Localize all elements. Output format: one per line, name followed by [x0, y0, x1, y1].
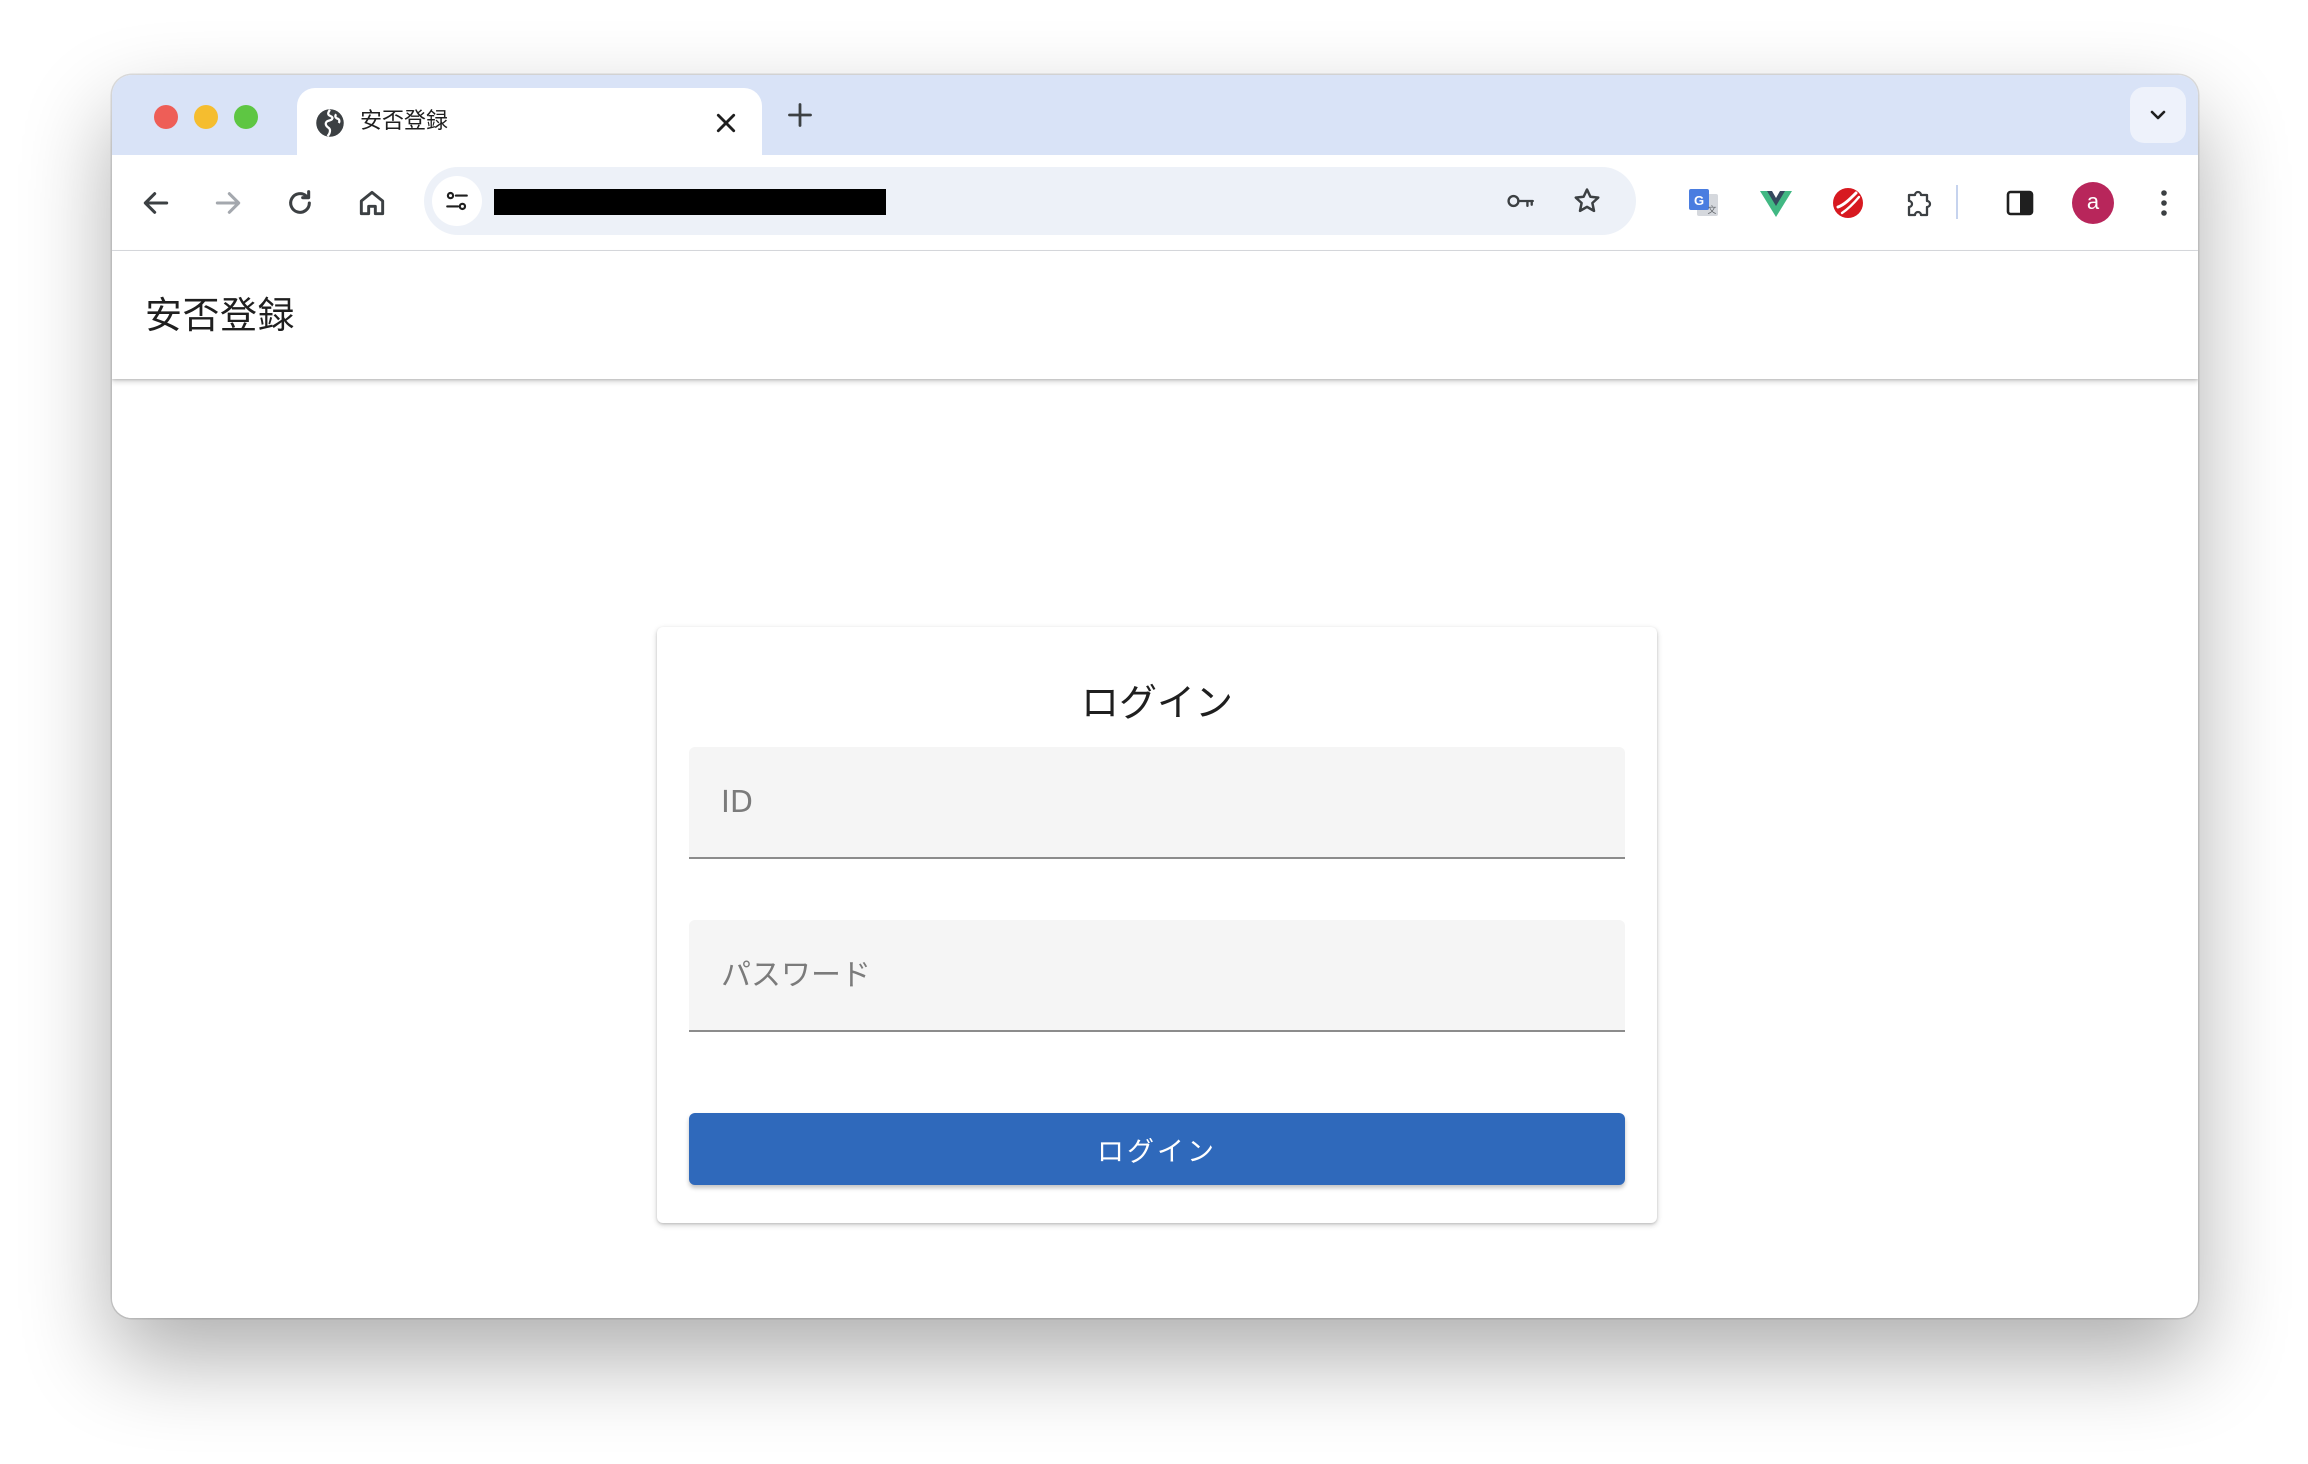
google-translate-icon[interactable]: G 文: [1686, 185, 1722, 221]
trend-micro-icon[interactable]: [1830, 185, 1866, 221]
profile-avatar[interactable]: a: [2072, 182, 2114, 224]
globe-icon: [316, 109, 344, 137]
window-minimize-button[interactable]: [194, 105, 218, 129]
bookmark-star-icon[interactable]: [1572, 186, 1602, 216]
tab-active[interactable]: 安否登録: [297, 88, 762, 155]
tune-icon: [446, 191, 468, 211]
tab-title: 安否登録: [360, 109, 449, 134]
id-field: [689, 747, 1625, 859]
close-icon[interactable]: [715, 112, 737, 134]
tab-search-button[interactable]: [2130, 87, 2186, 143]
login-heading: ログイン: [1080, 681, 1233, 725]
app-bar: 安否登録: [112, 251, 2198, 379]
back-arrow-icon[interactable]: [140, 187, 172, 219]
login-card: ログイン ログイン: [657, 627, 1657, 1223]
more-menu-icon[interactable]: [2146, 185, 2182, 221]
id-input[interactable]: [689, 747, 1625, 857]
password-field: [689, 920, 1625, 1032]
svg-text:文: 文: [1707, 204, 1716, 216]
window-maximize-button[interactable]: [234, 105, 258, 129]
login-button[interactable]: ログイン: [689, 1113, 1625, 1185]
reload-icon[interactable]: [284, 187, 316, 219]
app-title: 安否登録: [145, 294, 295, 337]
address-bar[interactable]: [424, 167, 1636, 235]
browser-toolbar: G 文 a: [112, 155, 2198, 251]
browser-window: 安否登録 G 文 a 安否登録 ログイン ID ログイン: [112, 75, 2198, 1318]
window-close-button[interactable]: [154, 105, 178, 129]
chevron-down-icon: [2150, 110, 2166, 120]
svg-text:G: G: [1694, 193, 1704, 208]
site-info-button[interactable]: [432, 176, 482, 226]
home-icon[interactable]: [356, 187, 388, 219]
puzzle-extensions-icon[interactable]: [1902, 185, 1938, 221]
new-tab-icon[interactable]: [786, 101, 814, 129]
tab-strip: 安否登録: [112, 75, 2198, 155]
url-text-redacted[interactable]: [494, 189, 886, 215]
key-icon[interactable]: [1506, 186, 1536, 216]
password-input[interactable]: [689, 920, 1625, 1030]
toolbar-divider: [1956, 185, 1958, 219]
page-content: 安否登録 ログイン ログイン: [112, 251, 2198, 1318]
vue-devtools-icon[interactable]: [1758, 185, 1794, 221]
forward-arrow-icon[interactable]: [212, 187, 244, 219]
side-panel-icon[interactable]: [2002, 185, 2038, 221]
